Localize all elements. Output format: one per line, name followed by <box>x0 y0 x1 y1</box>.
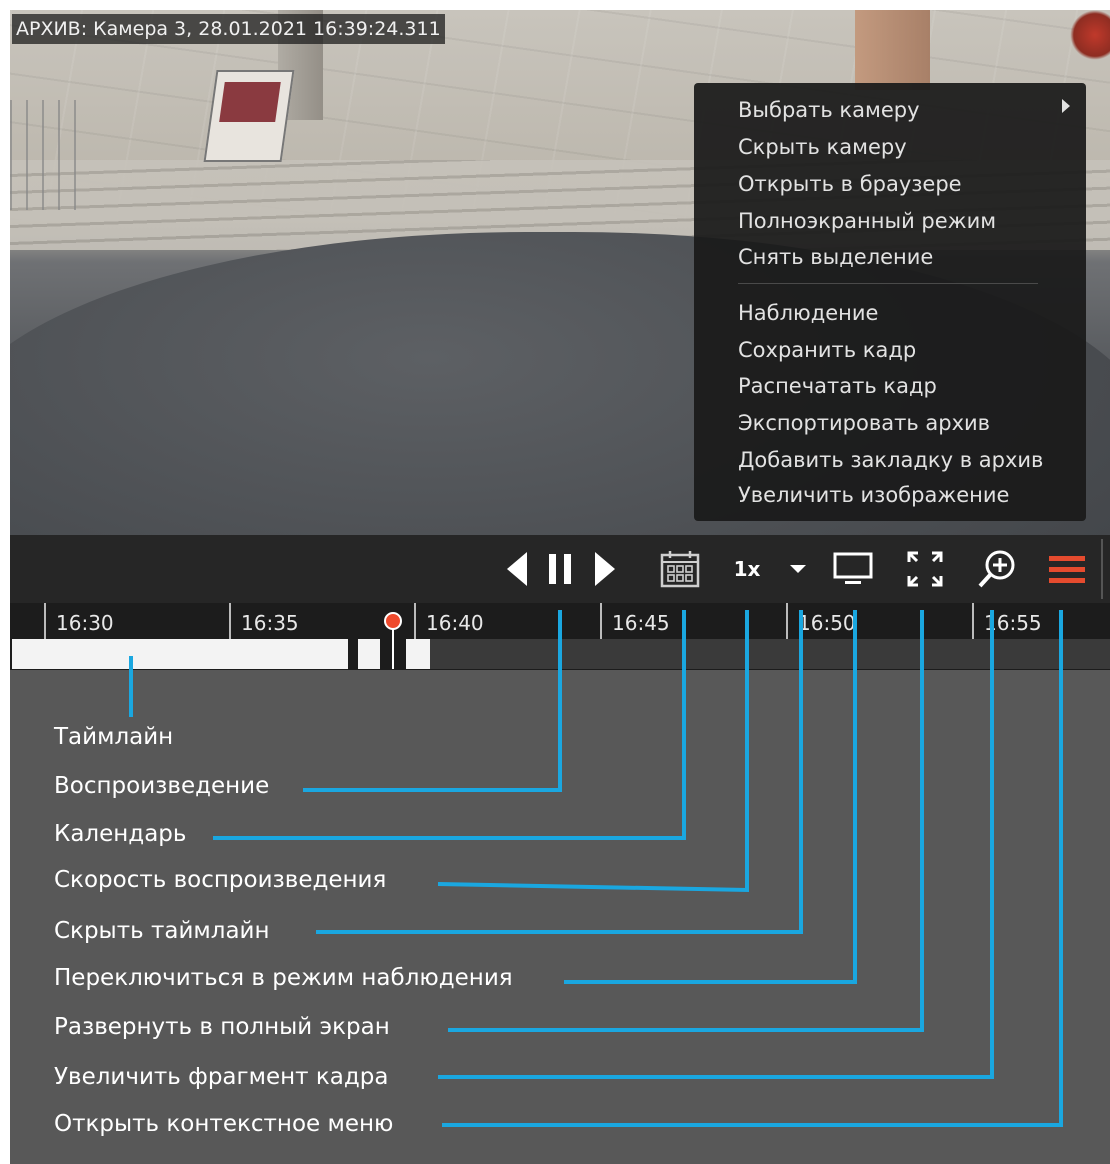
timeline-tick <box>972 603 974 639</box>
calendar-button[interactable] <box>655 535 705 603</box>
menu-item-hide-camera[interactable]: Скрыть камеру <box>738 134 907 160</box>
annotation-panel: Таймлайн Воспроизведение Календарь Скоро… <box>10 670 1110 1164</box>
hide-timeline-button[interactable] <box>785 535 811 603</box>
play-pause-button[interactable] <box>542 535 578 603</box>
context-menu-button[interactable] <box>1042 535 1092 603</box>
player-toolbar: 1x <box>10 535 1110 603</box>
menu-item-label: Выбрать камеру <box>738 98 920 122</box>
legend-fullscreen: Развернуть в полный экран <box>54 1014 390 1040</box>
timeline-tick-label: 16:40 <box>426 611 484 635</box>
timeline-tick <box>786 603 788 639</box>
video-railing <box>10 100 90 210</box>
timeline-tick <box>229 603 231 639</box>
legend-timeline: Таймлайн <box>54 724 174 750</box>
menu-item-open-in-browser[interactable]: Открыть в браузере <box>738 171 962 197</box>
timeline-cursor-handle[interactable] <box>384 612 402 630</box>
legend-playback-speed: Скорость воспроизведения <box>54 867 387 893</box>
timeline-cursor-line <box>392 629 394 669</box>
timeline-recorded-segment[interactable] <box>358 639 380 669</box>
timeline-tick-label: 16:55 <box>984 611 1042 635</box>
menu-item-export-archive[interactable]: Экспортировать архив <box>738 410 990 436</box>
step-back-icon <box>507 552 527 586</box>
timeline-recorded-segment[interactable] <box>12 639 348 669</box>
menu-item-add-bookmark[interactable]: Добавить закладку в архив <box>738 447 1043 473</box>
timeline-tick <box>414 603 416 639</box>
fullscreen-icon <box>907 551 943 587</box>
timeline-tick <box>44 603 46 639</box>
playback-speed-button[interactable]: 1x <box>725 535 769 603</box>
chevron-down-icon <box>790 565 806 573</box>
timeline-tick-label: 16:30 <box>56 611 114 635</box>
submenu-arrow-icon <box>1062 99 1070 113</box>
zoom-in-icon <box>978 550 1015 588</box>
step-back-button[interactable] <box>502 535 532 603</box>
archive-timeline[interactable]: 16:30 16:35 16:40 16:45 16:50 16:55 <box>10 603 1110 670</box>
menu-separator <box>738 283 1038 284</box>
video-standee <box>203 70 295 162</box>
menu-item-save-frame[interactable]: Сохранить кадр <box>738 337 916 363</box>
calendar-icon <box>660 551 700 588</box>
legend-live-view: Переключиться в режим наблюдения <box>54 965 513 991</box>
legend-calendar: Календарь <box>54 821 187 847</box>
legend-context-menu: Открыть контекстное меню <box>54 1111 394 1137</box>
video-pillar <box>855 10 930 90</box>
timeline-empty-segment[interactable] <box>430 639 1110 669</box>
legend-hide-timeline: Скрыть таймлайн <box>54 918 270 944</box>
menu-item-select-camera[interactable]: Выбрать камеру <box>738 97 1078 123</box>
timeline-tick-label: 16:35 <box>241 611 299 635</box>
toolbar-divider <box>1101 539 1103 599</box>
monitor-icon <box>833 552 873 584</box>
zoom-fragment-button[interactable] <box>972 535 1022 603</box>
archive-camera-title: АРХИВ: Камера 3, 28.01.2021 16:39:24.311 <box>12 14 445 44</box>
playback-speed-label: 1x <box>733 557 761 581</box>
timeline-recorded-segment[interactable] <box>406 639 430 669</box>
timeline-tick-label: 16:50 <box>798 611 856 635</box>
context-menu: Выбрать камеру Скрыть камеру Открыть в б… <box>694 83 1086 521</box>
menu-item-zoom-image[interactable]: Увеличить изображение <box>738 482 1009 508</box>
live-view-button[interactable] <box>828 535 878 603</box>
legend-zoom-fragment: Увеличить фрагмент кадра <box>54 1064 389 1090</box>
hamburger-menu-icon <box>1049 555 1085 583</box>
menu-item-live-view[interactable]: Наблюдение <box>738 300 878 326</box>
legend-playback: Воспроизведение <box>54 773 270 799</box>
step-forward-icon <box>595 552 615 586</box>
menu-item-print-frame[interactable]: Распечатать кадр <box>738 373 937 399</box>
menu-item-fullscreen-mode[interactable]: Полноэкранный режим <box>738 208 996 234</box>
timeline-tick-label: 16:45 <box>612 611 670 635</box>
video-red-object <box>1070 10 1110 60</box>
menu-item-deselect[interactable]: Снять выделение <box>738 244 933 270</box>
step-forward-button[interactable] <box>590 535 620 603</box>
timeline-tick <box>600 603 602 639</box>
pause-icon <box>549 554 571 584</box>
fullscreen-button[interactable] <box>900 535 950 603</box>
